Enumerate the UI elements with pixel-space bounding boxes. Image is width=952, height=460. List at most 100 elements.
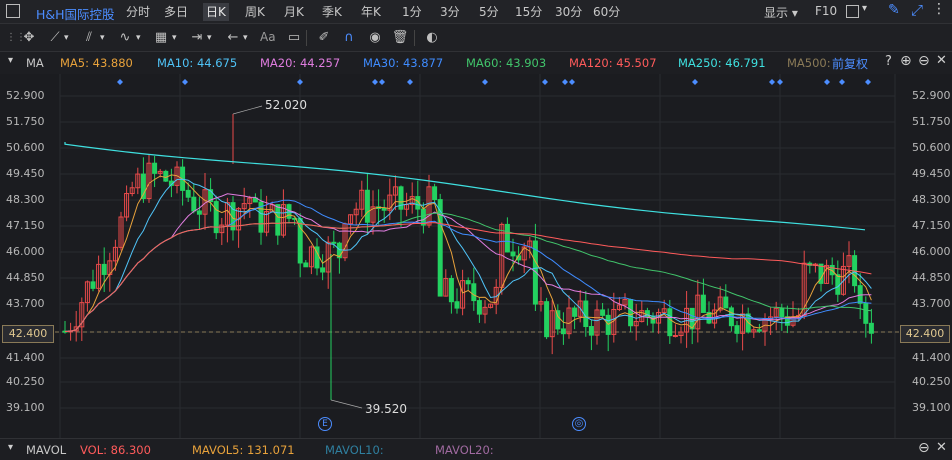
candle-body [152, 162, 158, 174]
display-menu[interactable]: 显示 ▾ [764, 4, 798, 21]
collapse-icon[interactable]: ▾ [8, 55, 13, 66]
remove-icon[interactable]: ⊖ [918, 440, 930, 456]
dividend-marker[interactable] [777, 79, 783, 85]
earnings-marker[interactable]: E [318, 417, 332, 431]
ma-item-3: MA30: 43.877 [363, 56, 444, 70]
add-icon[interactable]: ⊕ [900, 53, 912, 69]
eraser-icon[interactable]: ✐ [315, 29, 333, 47]
tab-11[interactable]: 30分 [555, 3, 582, 21]
y-tick-right-8: 43.700 [912, 297, 951, 310]
toggle-icon[interactable]: ◐ [423, 29, 441, 47]
candle-body [381, 207, 387, 211]
grid-tool-icon[interactable]: ▦ [152, 29, 170, 47]
dividend-marker[interactable] [865, 79, 871, 85]
tab-4[interactable]: 月K [284, 3, 304, 21]
expand-icon[interactable]: ⤢ [911, 1, 923, 19]
chevron-down-icon[interactable]: ▾ [136, 33, 141, 43]
tab-7[interactable]: 1分 [402, 3, 422, 21]
text-tool[interactable]: Aa [260, 30, 276, 44]
candle-body [667, 308, 673, 337]
adjust-menu[interactable]: 前复权 [832, 55, 868, 72]
tab-10[interactable]: 15分 [515, 3, 542, 21]
trash-icon[interactable]: 🗑 [391, 29, 409, 47]
chevron-down-icon[interactable]: ▾ [172, 33, 177, 43]
candle-body [544, 301, 550, 338]
magnet-icon[interactable]: ∩ [340, 29, 358, 47]
tab-5[interactable]: 季K [322, 3, 342, 21]
eye-icon[interactable]: ◉ [366, 29, 384, 47]
candle-body [191, 196, 197, 212]
close-icon[interactable]: ✕ [936, 53, 947, 68]
candle-body [700, 294, 706, 313]
candle-body [560, 328, 566, 335]
stock-name[interactable]: H&H国际控股 [36, 4, 115, 23]
f10-button[interactable]: F10 [815, 4, 837, 18]
sidebar-toggle-icon[interactable] [6, 4, 20, 18]
tab-9[interactable]: 5分 [479, 3, 499, 21]
event-marker[interactable]: ◎ [572, 417, 586, 431]
ma-item-4: MA60: 43.903 [466, 56, 547, 70]
dividend-marker[interactable] [569, 79, 575, 85]
y-tick-left-1: 51.750 [6, 115, 45, 128]
chevron-down-icon[interactable]: ▾ [64, 33, 69, 43]
crosshair-icon[interactable]: ✥ [20, 29, 38, 47]
wave-tool-icon[interactable]: ∿ [116, 29, 134, 47]
y-tick-right-7: 44.850 [912, 271, 951, 284]
chevron-down-icon[interactable]: ▾ [100, 33, 105, 43]
dividend-marker[interactable] [482, 79, 488, 85]
collapse-icon[interactable]: ▾ [8, 442, 13, 453]
tab-3[interactable]: 周K [245, 3, 265, 21]
ma-item-6: MA250: 46.791 [678, 56, 766, 70]
pen-icon[interactable]: ✎ [888, 2, 900, 18]
candle-body [588, 326, 594, 336]
dividend-marker[interactable] [769, 79, 775, 85]
close-icon[interactable]: ✕ [936, 440, 947, 455]
y-tick-right-4: 48.300 [912, 193, 951, 206]
y-tick-right-5: 47.150 [912, 219, 951, 232]
dividend-marker[interactable] [839, 79, 845, 85]
chevron-down-icon[interactable]: ▾ [243, 33, 248, 43]
candle-body [863, 302, 869, 324]
tab-1[interactable]: 多日 [164, 3, 188, 21]
candle-body [336, 242, 342, 259]
tab-12[interactable]: 60分 [593, 3, 620, 21]
candle-body [600, 309, 606, 316]
ma-title: MA [26, 56, 44, 70]
kline-svg[interactable] [0, 74, 952, 438]
chevron-down-icon[interactable]: ▾ [207, 33, 212, 43]
tab-8[interactable]: 3分 [440, 3, 460, 21]
more-icon[interactable]: ⋮ [932, 1, 946, 17]
divider [414, 30, 415, 46]
help-icon[interactable]: ? [885, 54, 892, 69]
comment-icon[interactable]: ▭ [285, 29, 303, 47]
dividend-marker[interactable] [562, 79, 568, 85]
dividend-marker[interactable] [182, 79, 188, 85]
dividend-marker[interactable] [542, 79, 548, 85]
channel-tool-icon[interactable]: ⫽ [80, 29, 98, 47]
dividend-marker[interactable] [379, 79, 385, 85]
dividend-marker[interactable] [117, 79, 123, 85]
tab-0[interactable]: 分时 [126, 3, 150, 21]
measure-tool-icon[interactable]: ⇥ [188, 29, 206, 47]
dividend-marker[interactable] [824, 79, 830, 85]
chevron-down-icon[interactable]: ▾ [862, 3, 867, 14]
window-icon[interactable] [846, 5, 859, 18]
candle-body [101, 263, 107, 275]
candle-body [504, 223, 510, 253]
current-price-left: 42.400 [2, 325, 54, 343]
volume-legend: ▾ MAVOL VOL: 86.300 MAVOL5: 131.071 MAVOL1… [0, 438, 952, 460]
y-tick-left-3: 49.450 [6, 167, 45, 180]
tab-2[interactable]: 日K [203, 3, 229, 21]
dividend-marker[interactable] [407, 79, 413, 85]
candle-body [672, 335, 678, 338]
line-tool-icon[interactable]: ⟋ [46, 29, 64, 47]
kline-chart[interactable]: 52.900 51.750 50.600 49.450 48.300 47.150 46.0… [0, 74, 952, 438]
dividend-marker[interactable] [372, 79, 378, 85]
vol-item-3: MAVOL20: [435, 443, 494, 457]
arrow-tool-icon[interactable]: ← [224, 29, 242, 47]
dividend-marker[interactable] [297, 79, 303, 85]
remove-icon[interactable]: ⊖ [918, 53, 930, 69]
dividend-marker[interactable] [692, 79, 698, 85]
y-tick-left-11: 40.250 [6, 375, 45, 388]
tab-6[interactable]: 年K [361, 3, 381, 21]
